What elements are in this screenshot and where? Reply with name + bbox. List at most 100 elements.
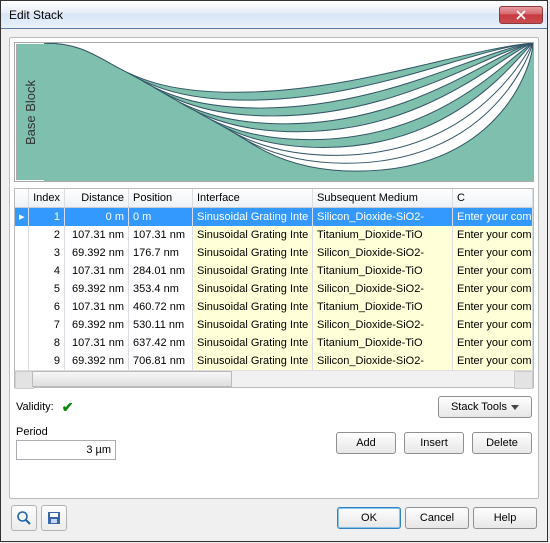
cell-medium[interactable]: Silicon_Dioxide-SiO2- — [313, 244, 453, 262]
close-button[interactable] — [499, 6, 543, 24]
cell-medium[interactable]: Silicon_Dioxide-SiO2- — [313, 352, 453, 370]
cell-position[interactable]: 460.72 nm — [129, 298, 193, 316]
cell-comment[interactable]: Enter your com — [453, 280, 533, 298]
row-marker — [15, 352, 29, 370]
magnify-icon — [16, 510, 32, 526]
cell-index[interactable]: 5 — [29, 280, 65, 298]
cell-index[interactable]: 1 — [29, 208, 65, 226]
cell-position[interactable]: 637.42 nm — [129, 334, 193, 352]
stack-table[interactable]: Index Distance Position Interface Subseq… — [14, 188, 534, 388]
cell-interface[interactable]: Sinusoidal Grating Inte — [193, 334, 313, 352]
titlebar[interactable]: Edit Stack — [1, 1, 547, 29]
cell-interface[interactable]: Sinusoidal Grating Inte — [193, 262, 313, 280]
cell-index[interactable]: 8 — [29, 334, 65, 352]
cell-distance[interactable]: 69.392 nm — [65, 244, 129, 262]
add-button[interactable]: Add — [336, 432, 396, 454]
col-interface[interactable]: Interface — [193, 189, 313, 207]
cell-position[interactable]: 176.7 nm — [129, 244, 193, 262]
controls-area: Validity: ✔ Stack Tools Period Add Inser… — [14, 388, 534, 462]
cell-medium[interactable]: Silicon_Dioxide-SiO2- — [313, 280, 453, 298]
cell-index[interactable]: 6 — [29, 298, 65, 316]
cell-distance[interactable]: 107.31 nm — [65, 334, 129, 352]
cell-position[interactable]: 353.4 nm — [129, 280, 193, 298]
cell-index[interactable]: 3 — [29, 244, 65, 262]
cell-comment[interactable]: Enter your com — [453, 334, 533, 352]
cell-medium[interactable]: Titanium_Dioxide-TiO — [313, 226, 453, 244]
cell-medium[interactable]: Titanium_Dioxide-TiO — [313, 334, 453, 352]
col-comment[interactable]: C — [453, 189, 533, 207]
scroll-thumb[interactable] — [32, 371, 232, 387]
cell-comment[interactable]: Enter your com — [453, 352, 533, 370]
cell-interface[interactable]: Sinusoidal Grating Inte — [193, 316, 313, 334]
cell-interface[interactable]: Sinusoidal Grating Inte — [193, 244, 313, 262]
row-marker — [15, 334, 29, 352]
table-row[interactable]: 4107.31 nm284.01 nmSinusoidal Grating In… — [15, 262, 533, 280]
cell-comment[interactable]: Enter your com — [453, 244, 533, 262]
cell-medium[interactable]: Titanium_Dioxide-TiO — [313, 262, 453, 280]
window-title: Edit Stack — [9, 8, 499, 22]
table-row[interactable]: ▸10 m0 mSinusoidal Grating InteSilicon_D… — [15, 208, 533, 226]
cell-position[interactable]: 530.11 nm — [129, 316, 193, 334]
cell-comment[interactable]: Enter your com — [453, 226, 533, 244]
stack-tools-button[interactable]: Stack Tools — [438, 396, 532, 418]
table-row[interactable]: 769.392 nm530.11 nmSinusoidal Grating In… — [15, 316, 533, 334]
cell-distance[interactable]: 69.392 nm — [65, 316, 129, 334]
cell-interface[interactable]: Sinusoidal Grating Inte — [193, 226, 313, 244]
col-position[interactable]: Position — [129, 189, 193, 207]
ok-button[interactable]: OK — [337, 507, 401, 529]
cell-index[interactable]: 7 — [29, 316, 65, 334]
cell-index[interactable]: 2 — [29, 226, 65, 244]
cell-medium[interactable]: Titanium_Dioxide-TiO — [313, 298, 453, 316]
col-medium[interactable]: Subsequent Medium — [313, 189, 453, 207]
cell-index[interactable]: 4 — [29, 262, 65, 280]
cell-position[interactable]: 706.81 nm — [129, 352, 193, 370]
stack-preview: Base Block /* no-op */ — [14, 42, 534, 182]
cell-interface[interactable]: Sinusoidal Grating Inte — [193, 298, 313, 316]
col-marker — [15, 189, 29, 207]
table-row[interactable]: 2107.31 nm107.31 nmSinusoidal Grating In… — [15, 226, 533, 244]
cell-comment[interactable]: Enter your com — [453, 298, 533, 316]
validity-label: Validity: — [16, 401, 54, 413]
cell-index[interactable]: 9 — [29, 352, 65, 370]
row-marker: ▸ — [15, 208, 29, 226]
cell-medium[interactable]: Silicon_Dioxide-SiO2- — [313, 316, 453, 334]
validity-check-icon: ✔ — [62, 399, 74, 416]
cell-interface[interactable]: Sinusoidal Grating Inte — [193, 280, 313, 298]
cell-distance[interactable]: 69.392 nm — [65, 352, 129, 370]
table-body[interactable]: ▸10 m0 mSinusoidal Grating InteSilicon_D… — [15, 208, 533, 370]
horizontal-scrollbar[interactable] — [15, 370, 533, 387]
cell-comment[interactable]: Enter your com — [453, 262, 533, 280]
period-input[interactable] — [16, 440, 116, 460]
cell-medium[interactable]: Silicon_Dioxide-SiO2- — [313, 208, 453, 226]
cell-interface[interactable]: Sinusoidal Grating Inte — [193, 208, 313, 226]
delete-button[interactable]: Delete — [472, 432, 532, 454]
cell-comment[interactable]: Enter your com — [453, 208, 533, 226]
table-row[interactable]: 369.392 nm176.7 nmSinusoidal Grating Int… — [15, 244, 533, 262]
footer: OK Cancel Help — [9, 499, 539, 533]
table-row[interactable]: 969.392 nm706.81 nmSinusoidal Grating In… — [15, 352, 533, 370]
col-distance[interactable]: Distance — [65, 189, 129, 207]
cell-position[interactable]: 107.31 nm — [129, 226, 193, 244]
content-area: Base Block /* no-op */ — [1, 29, 547, 541]
cell-distance[interactable]: 107.31 nm — [65, 226, 129, 244]
cell-distance[interactable]: 107.31 nm — [65, 298, 129, 316]
cell-distance[interactable]: 0 m — [65, 208, 129, 226]
cell-distance[interactable]: 107.31 nm — [65, 262, 129, 280]
table-row[interactable]: 8107.31 nm637.42 nmSinusoidal Grating In… — [15, 334, 533, 352]
table-row[interactable]: 6107.31 nm460.72 nmSinusoidal Grating In… — [15, 298, 533, 316]
cell-distance[interactable]: 69.392 nm — [65, 280, 129, 298]
insert-button[interactable]: Insert — [404, 432, 464, 454]
cancel-button[interactable]: Cancel — [405, 507, 469, 529]
magnify-button[interactable] — [11, 505, 37, 531]
cell-interface[interactable]: Sinusoidal Grating Inte — [193, 352, 313, 370]
cell-position[interactable]: 0 m — [129, 208, 193, 226]
help-button[interactable]: Help — [473, 507, 537, 529]
save-button[interactable] — [41, 505, 67, 531]
stack-tools-label: Stack Tools — [451, 401, 507, 413]
col-index[interactable]: Index — [29, 189, 65, 207]
table-row[interactable]: 569.392 nm353.4 nmSinusoidal Grating Int… — [15, 280, 533, 298]
wave-graphic: /* no-op */ — [44, 43, 533, 181]
row-marker — [15, 316, 29, 334]
cell-comment[interactable]: Enter your com — [453, 316, 533, 334]
cell-position[interactable]: 284.01 nm — [129, 262, 193, 280]
